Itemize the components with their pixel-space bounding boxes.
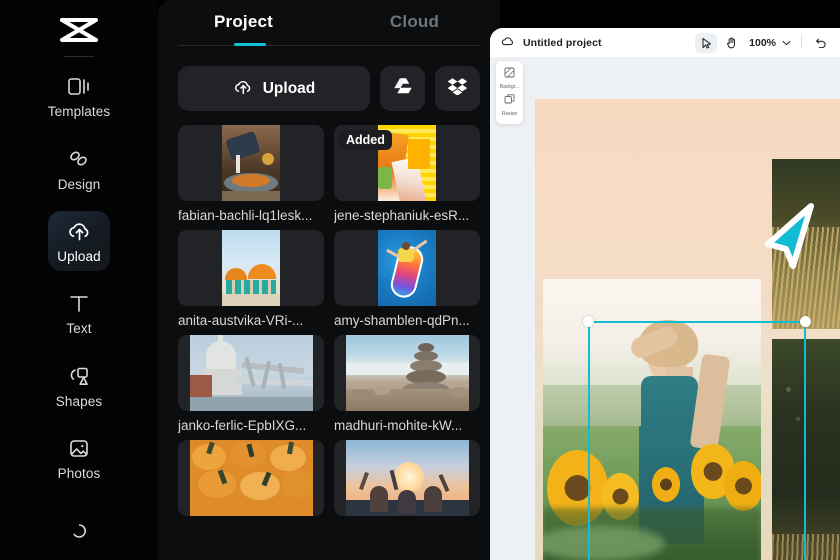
select-tool[interactable] — [695, 32, 718, 53]
sidebar-item-photos[interactable]: Photos — [48, 428, 110, 487]
sidebar-item-label: Photos — [57, 465, 101, 481]
upload-actions: Upload — [158, 46, 500, 111]
panel-tabs: Project Cloud — [158, 0, 500, 46]
background-tool[interactable]: Backgr... — [500, 65, 519, 90]
background-icon — [504, 65, 515, 83]
left-navigation-rail: Templates Design Upload Text Shapes Phot… — [0, 0, 158, 560]
media-item[interactable] — [334, 440, 480, 523]
editor-toolbar: Untitled project 100% — [490, 28, 840, 57]
sidebar-item-templates[interactable]: Templates — [48, 66, 110, 125]
editor-tool-group: 100% — [695, 32, 832, 53]
canvas-image-bottom-right[interactable] — [772, 339, 840, 560]
tab-cloud[interactable]: Cloud — [329, 12, 500, 46]
sidebar-item-text[interactable]: Text — [48, 284, 110, 343]
sidebar-item-label: Text — [66, 321, 92, 337]
media-item[interactable]: anita-austvika-VRi-... — [178, 230, 324, 328]
sidebar-item-shapes[interactable]: Shapes — [48, 356, 110, 415]
media-item[interactable]: janko-ferlic-EpbIXG... — [178, 335, 324, 433]
media-name: fabian-bachli-lq1lesk... — [178, 208, 313, 223]
editor-canvas-area: Backgr... Resize — [490, 57, 840, 560]
upload-cloud-icon — [233, 78, 254, 100]
media-name: janko-ferlic-EpbIXG... — [178, 418, 307, 433]
more-icon — [66, 517, 92, 543]
hand-tool[interactable] — [720, 33, 742, 53]
media-thumbnail[interactable] — [178, 230, 324, 306]
sidebar-item-upload[interactable]: Upload — [48, 211, 110, 271]
sidebar-item-label: Upload — [57, 248, 101, 264]
background-tool-label: Backgr... — [499, 84, 520, 90]
media-panel: Project Cloud Upload fabian-bachli-lq1le… — [158, 0, 500, 560]
canvas-image-selected[interactable] — [543, 279, 761, 560]
media-thumbnail[interactable]: Added — [334, 125, 480, 201]
dropbox-icon — [447, 77, 468, 100]
sidebar-item-more[interactable] — [48, 501, 110, 560]
media-item[interactable]: madhuri-mohite-kW... — [334, 335, 480, 433]
resize-tool-label: Resize — [501, 111, 518, 117]
design-icon — [66, 146, 92, 172]
cloud-icon — [501, 34, 515, 52]
media-name: madhuri-mohite-kW... — [334, 418, 463, 433]
media-name: amy-shamblen-qdPn... — [334, 313, 470, 328]
media-name: anita-austvika-VRi-... — [178, 313, 304, 328]
google-drive-button[interactable] — [380, 66, 425, 111]
sidebar-item-label: Templates — [47, 104, 111, 120]
upload-button[interactable]: Upload — [178, 66, 370, 111]
sidebar-item-label: Shapes — [55, 393, 103, 409]
design-canvas[interactable] — [535, 99, 840, 560]
photos-icon — [66, 435, 92, 461]
upload-button-label: Upload — [262, 79, 316, 97]
google-drive-icon — [393, 77, 413, 100]
upload-cloud-icon — [66, 218, 93, 244]
media-grid: fabian-bachli-lq1lesk... Added jene-step… — [158, 111, 500, 523]
media-thumbnail[interactable] — [334, 230, 480, 306]
zoom-level: 100% — [749, 36, 776, 49]
media-name: jene-stephaniuk-esR... — [334, 208, 470, 223]
canvas-side-panel: Backgr... Resize — [496, 61, 523, 124]
tab-project[interactable]: Project — [158, 12, 329, 46]
dropbox-button[interactable] — [435, 66, 480, 111]
pointer-cursor-icon — [757, 200, 823, 277]
media-item[interactable]: amy-shamblen-qdPn... — [334, 230, 480, 328]
resize-icon — [504, 92, 515, 110]
editor-window: Untitled project 100% Backgr... Resize — [490, 28, 840, 560]
media-item[interactable]: Added jene-stephaniuk-esR... — [334, 125, 480, 223]
capcut-logo-icon[interactable] — [49, 10, 109, 50]
media-thumbnail[interactable] — [334, 335, 480, 411]
undo-button[interactable] — [810, 33, 832, 53]
media-thumbnail[interactable] — [178, 125, 324, 201]
project-title[interactable]: Untitled project — [523, 37, 602, 49]
media-thumbnail[interactable] — [178, 440, 324, 516]
status-badge: Added — [339, 130, 392, 150]
sidebar-item-label: Design — [57, 176, 101, 192]
media-thumbnail[interactable] — [178, 335, 324, 411]
app-root: Templates Design Upload Text Shapes Phot… — [0, 0, 840, 560]
media-item[interactable] — [178, 440, 324, 523]
text-icon — [66, 290, 92, 316]
shapes-icon — [66, 363, 92, 389]
chevron-down-icon[interactable] — [780, 33, 793, 53]
media-item[interactable]: fabian-bachli-lq1lesk... — [178, 125, 324, 223]
active-tab-indicator — [234, 43, 266, 46]
templates-icon — [66, 73, 92, 99]
tabs-divider — [178, 45, 480, 46]
toolbar-divider — [801, 36, 802, 49]
rail-divider — [64, 55, 94, 57]
resize-tool[interactable]: Resize — [502, 92, 517, 117]
media-thumbnail[interactable] — [334, 440, 480, 516]
sidebar-item-design[interactable]: Design — [48, 139, 110, 198]
